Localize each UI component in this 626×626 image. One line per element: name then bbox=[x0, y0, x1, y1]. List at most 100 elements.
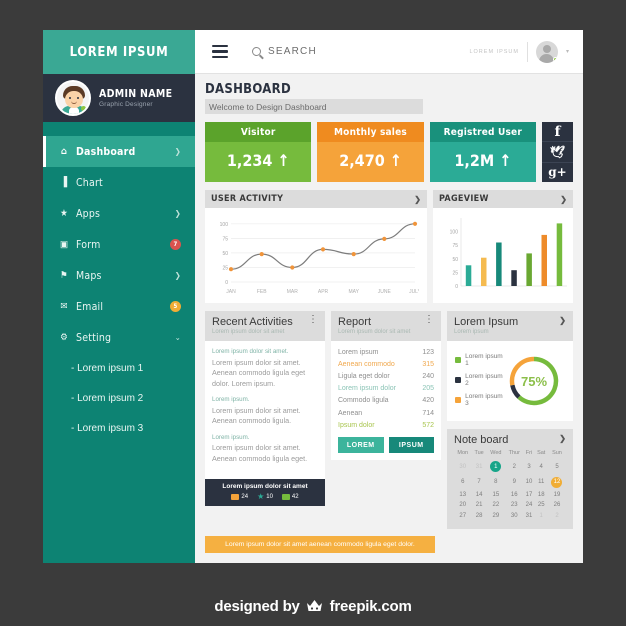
more-options-icon[interactable]: ⋮ bbox=[308, 315, 318, 325]
calendar-day[interactable]: 6 bbox=[454, 474, 472, 489]
sidebar-item-chart[interactable]: ▐ Chart bbox=[43, 167, 195, 198]
sidebar-subitem-3[interactable]: - Lorem ipsum 3 bbox=[43, 413, 195, 443]
calendar-day[interactable]: 4 bbox=[534, 459, 548, 474]
notice-bar[interactable]: Lorem ipsum dolor sit amet aenean commod… bbox=[205, 535, 435, 553]
chevron-down-icon[interactable]: ▾ bbox=[566, 48, 569, 55]
calendar-day[interactable]: 17 bbox=[524, 490, 535, 500]
svg-text:75: 75 bbox=[452, 243, 458, 249]
activity-desc: Lorem ipsum dolor sit amet. Aenean commo… bbox=[212, 443, 308, 463]
user-activity-header[interactable]: USER ACTIVITY ❯ bbox=[205, 190, 427, 208]
calendar-day[interactable]: 1 bbox=[487, 459, 505, 474]
report-button-ipsum[interactable]: IPSUM bbox=[388, 437, 434, 454]
profile-card[interactable]: ADMIN NAME Graphic Designer bbox=[43, 74, 195, 122]
svg-text:JUNE: JUNE bbox=[378, 289, 392, 295]
bar-chart-icon: ▐ bbox=[60, 177, 68, 188]
svg-text:100: 100 bbox=[450, 230, 459, 236]
envelope-icon: ✉ bbox=[60, 301, 68, 312]
footer-title: Lorem ipsum dolor sit amet bbox=[222, 483, 308, 491]
sidebar-subitem-2[interactable]: - Lorem ipsum 2 bbox=[43, 383, 195, 413]
stat-card-monthly-sales[interactable]: Monthly sales 2,470 ↑ bbox=[317, 122, 424, 182]
sidebar-item-email[interactable]: ✉ Email 5 bbox=[43, 291, 195, 322]
search-input[interactable]: SEARCH bbox=[252, 46, 317, 57]
report-row-value: 240 bbox=[422, 372, 434, 380]
calendar-day[interactable]: 31 bbox=[472, 459, 487, 474]
calendar-day[interactable]: 16 bbox=[505, 490, 524, 500]
calendar-day[interactable]: 31 bbox=[524, 511, 535, 521]
calendar-day[interactable]: 3 bbox=[524, 459, 535, 474]
calendar-day[interactable]: 27 bbox=[454, 511, 472, 521]
calendar-day[interactable]: 26 bbox=[548, 500, 566, 510]
sidebar-item-maps[interactable]: ⚑ Maps ❯ bbox=[43, 260, 195, 291]
calendar-day[interactable]: 2 bbox=[505, 459, 524, 474]
brand-logo[interactable]: LOREM IPSUM bbox=[43, 30, 195, 74]
stat-label: Visitor bbox=[205, 122, 312, 142]
sidebar-item-label: Email bbox=[76, 300, 104, 313]
stat-card-registred-user[interactable]: Registred User 1,2M ↑ bbox=[429, 122, 536, 182]
chevron-right-icon[interactable]: ❯ bbox=[560, 195, 567, 204]
calendar-day[interactable]: 25 bbox=[534, 500, 548, 510]
calendar-day[interactable]: 14 bbox=[472, 490, 487, 500]
calendar-day[interactable]: 18 bbox=[534, 490, 548, 500]
calendar-day[interactable]: 30 bbox=[505, 511, 524, 521]
charts-row: USER ACTIVITY ❯ 0 25 50 75 100 JAN FEB MAR APR MA… bbox=[205, 190, 573, 303]
calendar-day[interactable]: 11 bbox=[534, 474, 548, 489]
calendar-day[interactable]: 21 bbox=[472, 500, 487, 510]
sidebar-item-setting[interactable]: ⚙ Setting ⌄ bbox=[43, 322, 195, 353]
report-row-value: 205 bbox=[422, 385, 434, 393]
sidebar-item-dashboard[interactable]: ⌂ Dashboard ❯ bbox=[43, 136, 195, 167]
online-status-dot bbox=[552, 56, 558, 62]
sidebar-subitem-1[interactable]: - Lorem ipsum 1 bbox=[43, 353, 195, 383]
lorem-ipsum-body: Lorem ipsum 1 Lorem ipsum 2 Lorem ipsum 3 … bbox=[447, 341, 573, 421]
report-row: Ipsum dolor 572 bbox=[338, 419, 434, 431]
lorem-ipsum-title: Lorem Ipsum bbox=[454, 316, 519, 328]
calendar-day[interactable]: 24 bbox=[524, 500, 535, 510]
calendar-day[interactable]: 7 bbox=[472, 474, 487, 489]
twitter-icon[interactable]: 🕊 bbox=[541, 142, 573, 163]
calendar-day[interactable]: 2 bbox=[548, 511, 566, 521]
hamburger-menu-icon[interactable] bbox=[212, 44, 228, 59]
calendar-week-row: 27 28 29 30 31 1 2 bbox=[454, 511, 566, 521]
calendar-day[interactable]: 1 bbox=[534, 511, 548, 521]
calendar[interactable]: Mon Tue Wed Thur Fri Sat Sun 30 31 1 2 3 4 5 6 7 8 9 10 11… bbox=[447, 448, 573, 529]
sidebar-item-label: Chart bbox=[76, 176, 103, 189]
legend-swatch bbox=[455, 357, 462, 363]
calendar-day[interactable]: 23 bbox=[505, 500, 524, 510]
chevron-right-icon[interactable]: ❯ bbox=[414, 195, 421, 204]
calendar-day[interactable]: 9 bbox=[505, 474, 524, 489]
user-avatar[interactable] bbox=[535, 40, 558, 63]
calendar-weekday: Mon bbox=[457, 450, 469, 456]
calendar-day[interactable]: 13 bbox=[454, 490, 472, 500]
bar-chart-svg: 0 25 50 75 100 bbox=[450, 218, 567, 290]
calendar-day[interactable]: 29 bbox=[487, 511, 505, 521]
chevron-right-icon[interactable]: ❯ bbox=[559, 316, 566, 325]
report-button-lorem[interactable]: LOREM bbox=[338, 437, 384, 454]
pageview-header[interactable]: PAGEVIEW ❯ bbox=[433, 190, 573, 208]
chevron-right-icon[interactable]: ❯ bbox=[559, 434, 566, 443]
google-plus-icon[interactable]: g+ bbox=[542, 163, 573, 182]
report-panel: Report ⋮ Lorem ipsum dolor sit amet Lore… bbox=[331, 311, 441, 461]
calendar-day[interactable]: 10 bbox=[524, 474, 535, 489]
more-options-icon[interactable]: ⋮ bbox=[424, 315, 434, 325]
calendar-day[interactable]: 22 bbox=[487, 500, 505, 510]
facebook-icon[interactable]: f bbox=[541, 122, 573, 143]
calendar-day[interactable]: 12 bbox=[548, 474, 566, 489]
calendar-day[interactable]: 19 bbox=[548, 490, 566, 500]
activity-tag: 42 bbox=[281, 494, 299, 501]
svg-text:100: 100 bbox=[220, 222, 229, 228]
report-row-label: Lorem ipsum bbox=[338, 348, 379, 356]
calendar-day[interactable]: 28 bbox=[472, 511, 487, 521]
sidebar-item-apps[interactable]: ★ Apps ❯ bbox=[43, 198, 195, 229]
line-chart: 0 25 50 75 100 JAN FEB MAR APR MAY JUNE JULY bbox=[205, 208, 427, 303]
svg-text:MAY: MAY bbox=[348, 289, 359, 295]
stat-card-visitor[interactable]: Visitor 1,234 ↑ bbox=[205, 122, 312, 182]
star-icon: ★ bbox=[257, 492, 265, 502]
calendar-day[interactable]: 15 bbox=[487, 490, 505, 500]
calendar-day[interactable]: 8 bbox=[487, 474, 505, 489]
calendar-day[interactable]: 20 bbox=[454, 500, 472, 510]
report-row-value: 714 bbox=[422, 409, 434, 417]
calendar-day[interactable]: 30 bbox=[454, 459, 472, 474]
activity-tag: 24 bbox=[231, 494, 248, 501]
pageview-title: PAGEVIEW bbox=[439, 194, 489, 204]
calendar-day[interactable]: 5 bbox=[548, 459, 566, 474]
sidebar-item-form[interactable]: ▣ Form 7 bbox=[43, 229, 195, 260]
